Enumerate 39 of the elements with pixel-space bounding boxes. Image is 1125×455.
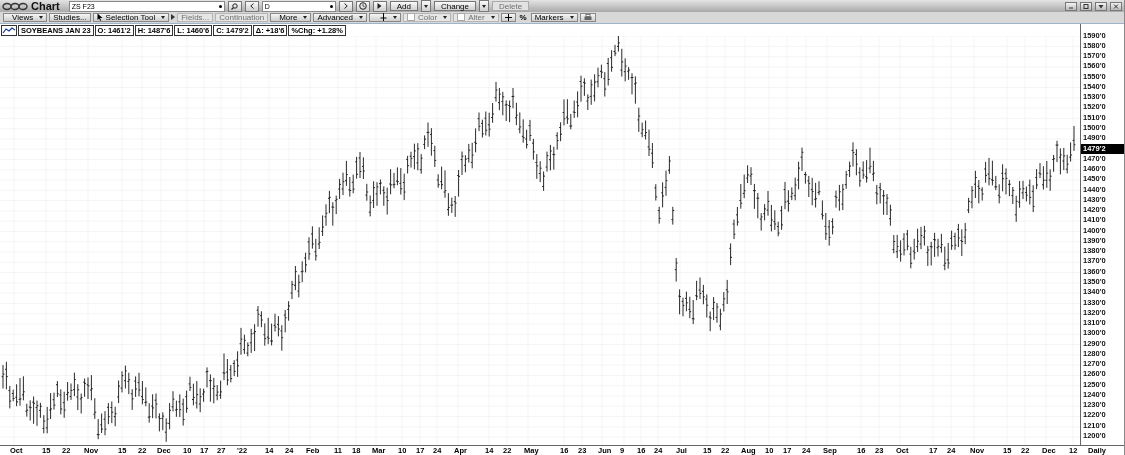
dropdown-button[interactable] [420,0,431,13]
next-button[interactable] [338,0,353,12]
minimize-button[interactable] [1065,1,1077,11]
restore-button[interactable] [1080,1,1092,11]
printer-icon [583,13,592,21]
close-icon [1113,3,1119,9]
window-title: Chart [31,0,60,13]
clock-icon [358,2,367,11]
search-button[interactable] [227,0,242,12]
percent-toggle[interactable]: % [517,12,529,22]
chevron-left-icon [249,3,254,10]
crosshair-icon [380,13,387,22]
close-button[interactable] [1110,1,1122,11]
toolbar-button[interactable]: Studies... [49,12,91,22]
menu-button[interactable]: Markers [530,12,578,22]
play-icon [377,3,383,10]
app-logo-icon [2,1,28,11]
cursor-arrow-icon [96,13,103,22]
toolbar-button[interactable]: Change [433,1,476,12]
previous-button[interactable] [244,0,259,12]
menu-button[interactable]: Advanced [313,12,367,22]
plus-icon [504,13,512,21]
dropdown-button[interactable] [479,0,489,13]
chevron-right-icon [343,3,348,10]
tool-menu-button[interactable]: Selection Tool [92,12,170,22]
triangle-right-icon[interactable] [171,14,176,21]
menu-button[interactable]: More [270,12,312,22]
restore-icon [1083,3,1089,9]
toolbar-button[interactable]: Add [389,1,418,12]
search-icon [231,2,239,10]
menu-button[interactable] [1095,1,1107,11]
menu-button[interactable]: Views [3,12,48,22]
add-button[interactable] [500,12,516,22]
play-button[interactable] [372,0,387,12]
clock-button[interactable] [355,0,370,12]
print-button[interactable] [579,12,596,22]
triangle-down-icon [1098,3,1104,9]
line-chart-icon [1,24,17,36]
cursor-menu-button[interactable] [369,12,401,22]
